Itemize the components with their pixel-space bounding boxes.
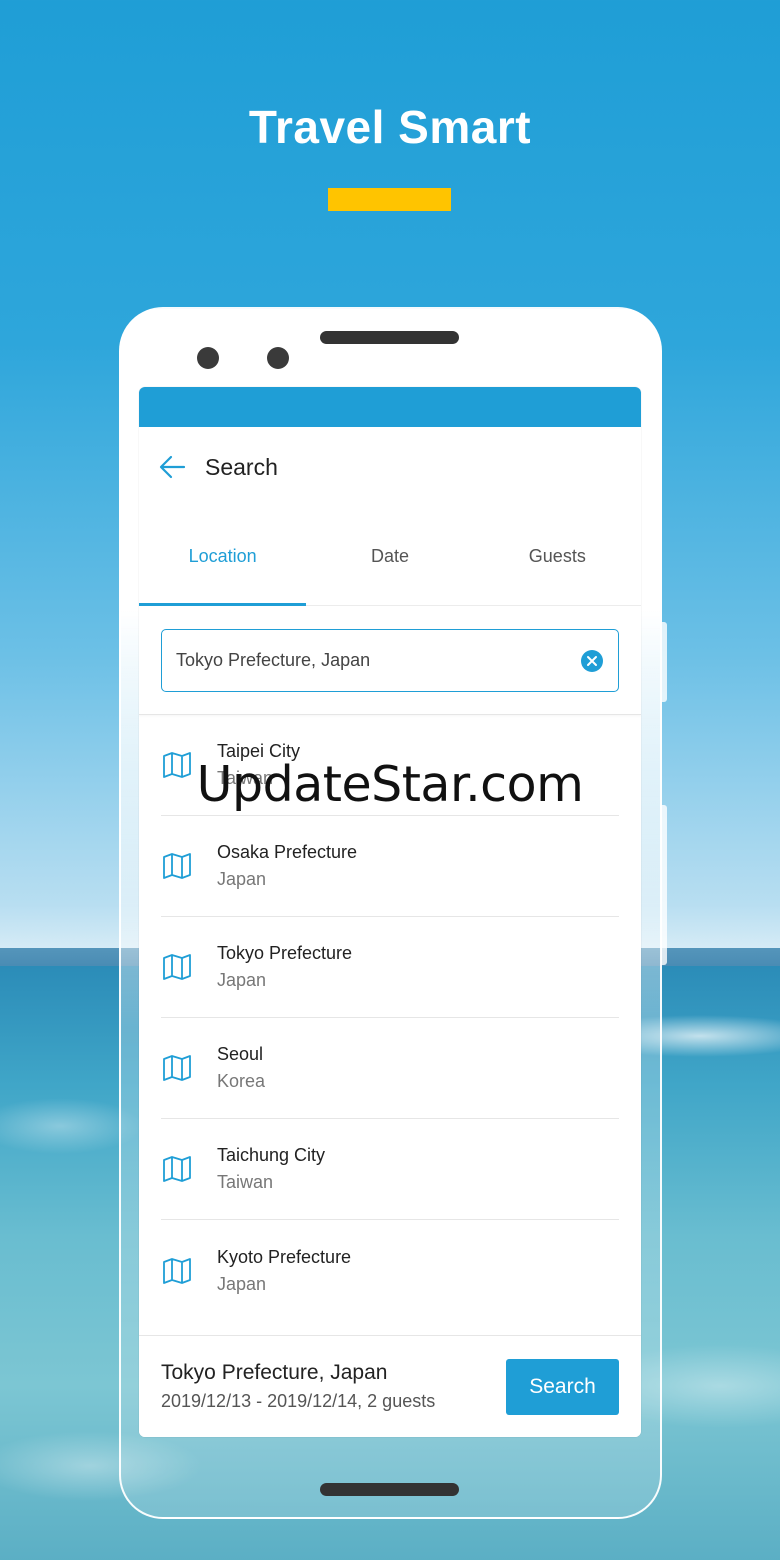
app-screen: Search Location Date Guests Taipei City … (139, 387, 641, 1437)
app-bar: Search (139, 427, 641, 507)
map-icon (163, 954, 191, 980)
map-icon (163, 1156, 191, 1182)
list-item-name: Osaka Prefecture (217, 842, 358, 862)
list-item-region: Japan (217, 1273, 267, 1294)
list-item-region: Korea (217, 1071, 266, 1091)
search-summary: Tokyo Prefecture, Japan 2019/12/13 - 201… (161, 1359, 506, 1415)
list-item-region: Taiwan (217, 1172, 274, 1192)
list-item[interactable]: Osaka Prefecture Japan (161, 816, 619, 917)
promo-underline (328, 188, 451, 211)
list-item-region: Japan (217, 869, 267, 889)
list-item-name: Seoul (217, 1044, 264, 1064)
list-item-text: Kyoto Prefecture Japan (217, 1244, 351, 1298)
clear-circle-icon[interactable] (580, 649, 604, 673)
summary-place: Tokyo Prefecture, Japan (161, 1360, 388, 1384)
tab-bar: Location Date Guests (139, 507, 641, 606)
list-item-text: Taichung City Taiwan (217, 1142, 325, 1196)
map-icon (163, 1257, 191, 1284)
phone-camera (197, 347, 219, 369)
summary-details: 2019/12/13 - 2019/12/14, 2 guests (161, 1390, 436, 1411)
list-item[interactable]: Kyoto Prefecture Japan (161, 1220, 619, 1321)
tab-location[interactable]: Location (139, 507, 306, 605)
list-item-name: Tokyo Prefecture (217, 943, 353, 963)
promo-title: Travel Smart (248, 101, 532, 153)
list-item-name: Taichung City (217, 1145, 326, 1165)
list-item-text: Osaka Prefecture Japan (217, 839, 357, 893)
phone-speaker (320, 331, 459, 344)
list-item[interactable]: Seoul Korea (161, 1018, 619, 1119)
tab-indicator (139, 603, 306, 606)
list-item-region: Japan (217, 970, 267, 990)
map-icon (163, 853, 191, 879)
page-title: Search (205, 453, 278, 480)
list-item-name: Kyoto Prefecture (217, 1246, 352, 1267)
phone-home-bar (320, 1483, 459, 1496)
phone-side-button (661, 805, 667, 965)
list-item-text: Seoul Korea (217, 1041, 265, 1095)
phone-side-button (661, 622, 667, 702)
list-item-text: Tokyo Prefecture Japan (217, 940, 352, 994)
map-icon (163, 1055, 191, 1081)
search-summary-bar: Tokyo Prefecture, Japan 2019/12/13 - 201… (139, 1335, 641, 1437)
search-button[interactable]: Search (506, 1358, 619, 1415)
list-item[interactable]: Tokyo Prefecture Japan (161, 917, 619, 1018)
search-section (139, 606, 641, 715)
watermark-text: UpdateStar.com (196, 756, 584, 813)
search-input[interactable] (176, 650, 580, 671)
tab-date[interactable]: Date (306, 507, 473, 605)
search-field (161, 629, 619, 692)
tab-guests[interactable]: Guests (474, 507, 641, 605)
list-item[interactable]: Taichung City Taiwan (161, 1119, 619, 1220)
status-bar (139, 387, 641, 427)
arrow-left-icon[interactable] (155, 450, 189, 484)
phone-sensor (267, 347, 289, 369)
